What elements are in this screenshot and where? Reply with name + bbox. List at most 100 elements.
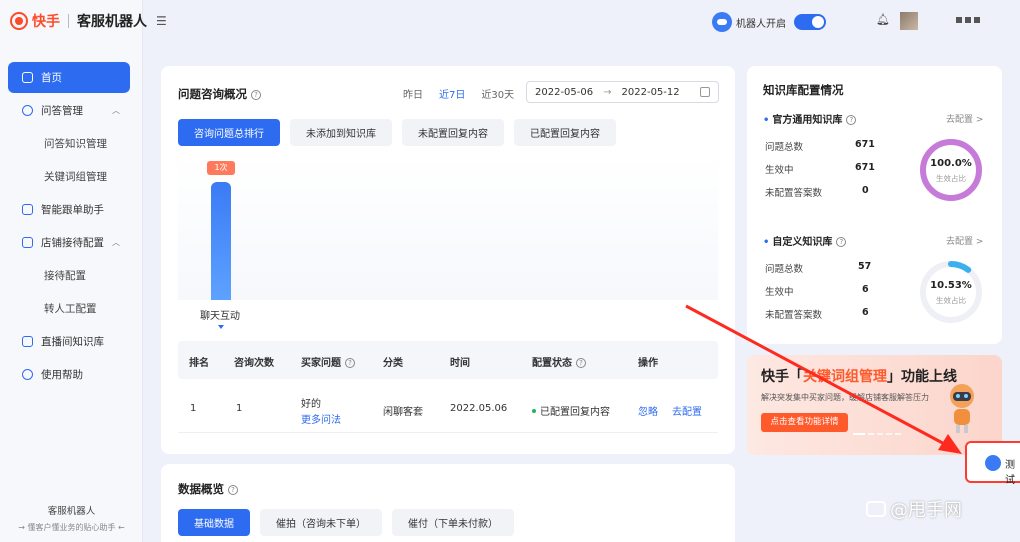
user-name-redacted[interactable] [956,17,980,23]
sidebar-item-live-knowledge[interactable]: 直播间知识库 [8,326,130,357]
official-pct: 100.0% [930,158,972,169]
th-time: 时间 [450,358,470,369]
official-progress-ring [920,139,982,201]
th-question: 买家问题? [301,354,355,369]
th-category: 分类 [383,358,403,369]
cell-time: 2022.05.06 [450,403,508,414]
date-end: 2022-05-12 [621,86,680,98]
sidebar-item-reception-config[interactable]: 接待配置 [8,260,130,291]
custom-kb-title: • 自定义知识库? [763,233,847,248]
th-action: 操作 [638,358,658,369]
test-button[interactable]: 测试 [965,441,1020,486]
official-unset-label: 未配置答案数 [765,188,823,199]
robot-icon [985,455,1001,471]
sidebar-item-transfer-config[interactable]: 转人工配置 [8,293,130,324]
consult-title: 问题咨询概况? [178,86,261,102]
bar-category-label: 聊天互动 [200,311,240,322]
official-active-label: 生效中 [765,165,794,176]
bar-data-label: 1次 [207,161,235,175]
live-icon [22,336,33,347]
selected-indicator-icon [218,325,224,329]
tab-urge-pay[interactable]: 催付（下单未付款） [392,509,514,536]
official-pct-label: 生效占比 [936,174,966,183]
help-icon[interactable]: ? [251,90,261,100]
avatar[interactable] [900,12,918,30]
brand-name: 快手 [32,14,60,30]
bar-chat[interactable] [211,182,231,300]
help-icon[interactable]: ? [228,485,238,495]
official-kb-configure-link[interactable]: 去配置 > [946,112,983,125]
help-icon: ? [846,115,857,125]
sidebar-item-keyword-group[interactable]: 关键词组管理 [8,161,130,192]
cell-question: 好的 [301,399,321,410]
custom-total-label: 问题总数 [765,264,804,275]
tab-no-reply[interactable]: 未配置回复内容 [402,119,504,146]
annotation-arrow [685,304,962,454]
store-icon [22,237,33,248]
cell-category: 闲聊客套 [383,407,423,418]
camera-icon [866,501,886,517]
sidebar-item-home[interactable]: 首页 [8,62,130,93]
menu-collapse-icon[interactable]: ☰ [156,14,167,28]
official-total-label: 问题总数 [765,142,804,153]
chevron-up-icon: ︿ [112,238,120,247]
cell-rank: 1 [190,403,197,414]
sidebar-item-order-assistant[interactable]: 智能跟单助手 [8,194,130,225]
help-icon: ? [345,358,355,368]
tab-not-in-kb[interactable]: 未添加到知识库 [290,119,392,146]
custom-total: 57 [858,261,872,272]
official-unset: 0 [862,185,869,196]
date-range-picker[interactable]: 2022-05-06 → 2022-05-12 [526,81,719,103]
range-7d[interactable]: 近7日 [439,86,465,101]
overview-title: 数据概览? [178,481,238,497]
help-icon: ? [836,237,847,247]
chart-area [178,155,718,300]
sidebar-menu: 首页 问答管理 ︿ 问答知识管理 关键词组管理 智能跟单助手 店铺接待配置 ︿ 接待… [8,62,130,392]
th-rank: 排名 [189,358,209,369]
chat-icon [22,105,33,116]
custom-active: 6 [862,284,869,295]
chevron-up-icon: ︿ [112,106,120,115]
range-selector: 昨日 近7日 近30天 [403,86,514,101]
official-kb-title: • 官方通用知识库? [763,111,857,126]
robot-status: 机器人开启 [712,12,826,32]
ignore-link[interactable]: 忽略 [638,403,658,418]
status-dot-icon [532,409,536,413]
range-yesterday[interactable]: 昨日 [403,86,423,101]
help-icon [22,369,33,380]
sidebar-item-store-reception[interactable]: 店铺接待配置 ︿ [8,227,130,258]
range-30d[interactable]: 近30天 [481,86,514,101]
kb-title: 知识库配置情况 [763,83,844,97]
sidebar-footer: 客服机器人 → 懂客户懂业务的贴心助手 ← [18,506,125,532]
tab-urge-order[interactable]: 催拍（咨询未下单） [260,509,382,536]
custom-active-label: 生效中 [765,287,794,298]
th-status: 配置状态? [532,354,586,369]
official-active: 671 [855,162,875,173]
cell-status: 已配置回复内容 [532,403,610,418]
cell-count: 1 [236,403,243,414]
consult-tabs: 咨询问题总排行 未添加到知识库 未配置回复内容 已配置回复内容 [178,119,616,146]
tab-has-reply[interactable]: 已配置回复内容 [514,119,616,146]
calendar-icon [700,87,710,97]
help-icon: ? [576,358,586,368]
th-count: 咨询次数 [234,358,274,369]
official-total: 671 [855,139,875,150]
assistant-icon [22,204,33,215]
custom-kb-configure-link[interactable]: 去配置 > [946,234,983,247]
app-name: 客服机器人 [77,14,147,30]
custom-pct: 10.53% [930,280,972,291]
robot-icon [712,12,732,32]
tab-total-ranking[interactable]: 咨询问题总排行 [178,119,280,146]
bell-icon[interactable]: 🔔︎ [876,13,890,26]
robot-toggle[interactable] [794,14,826,30]
more-phrasings-link[interactable]: 更多问法 [301,411,341,426]
date-start: 2022-05-06 [535,86,594,98]
sidebar-item-help[interactable]: 使用帮助 [8,359,130,390]
tab-basic-data[interactable]: 基础数据 [178,509,250,536]
sidebar-item-qa-knowledge[interactable]: 问答知识管理 [8,128,130,159]
app-logo[interactable]: 快手 客服机器人 [10,10,147,32]
overview-tabs: 基础数据 催拍（咨询未下单） 催付（下单未付款） [178,509,514,536]
sidebar-item-qa[interactable]: 问答管理 ︿ [8,95,130,126]
home-icon [22,72,33,83]
watermark: @甩手网 [866,496,962,522]
